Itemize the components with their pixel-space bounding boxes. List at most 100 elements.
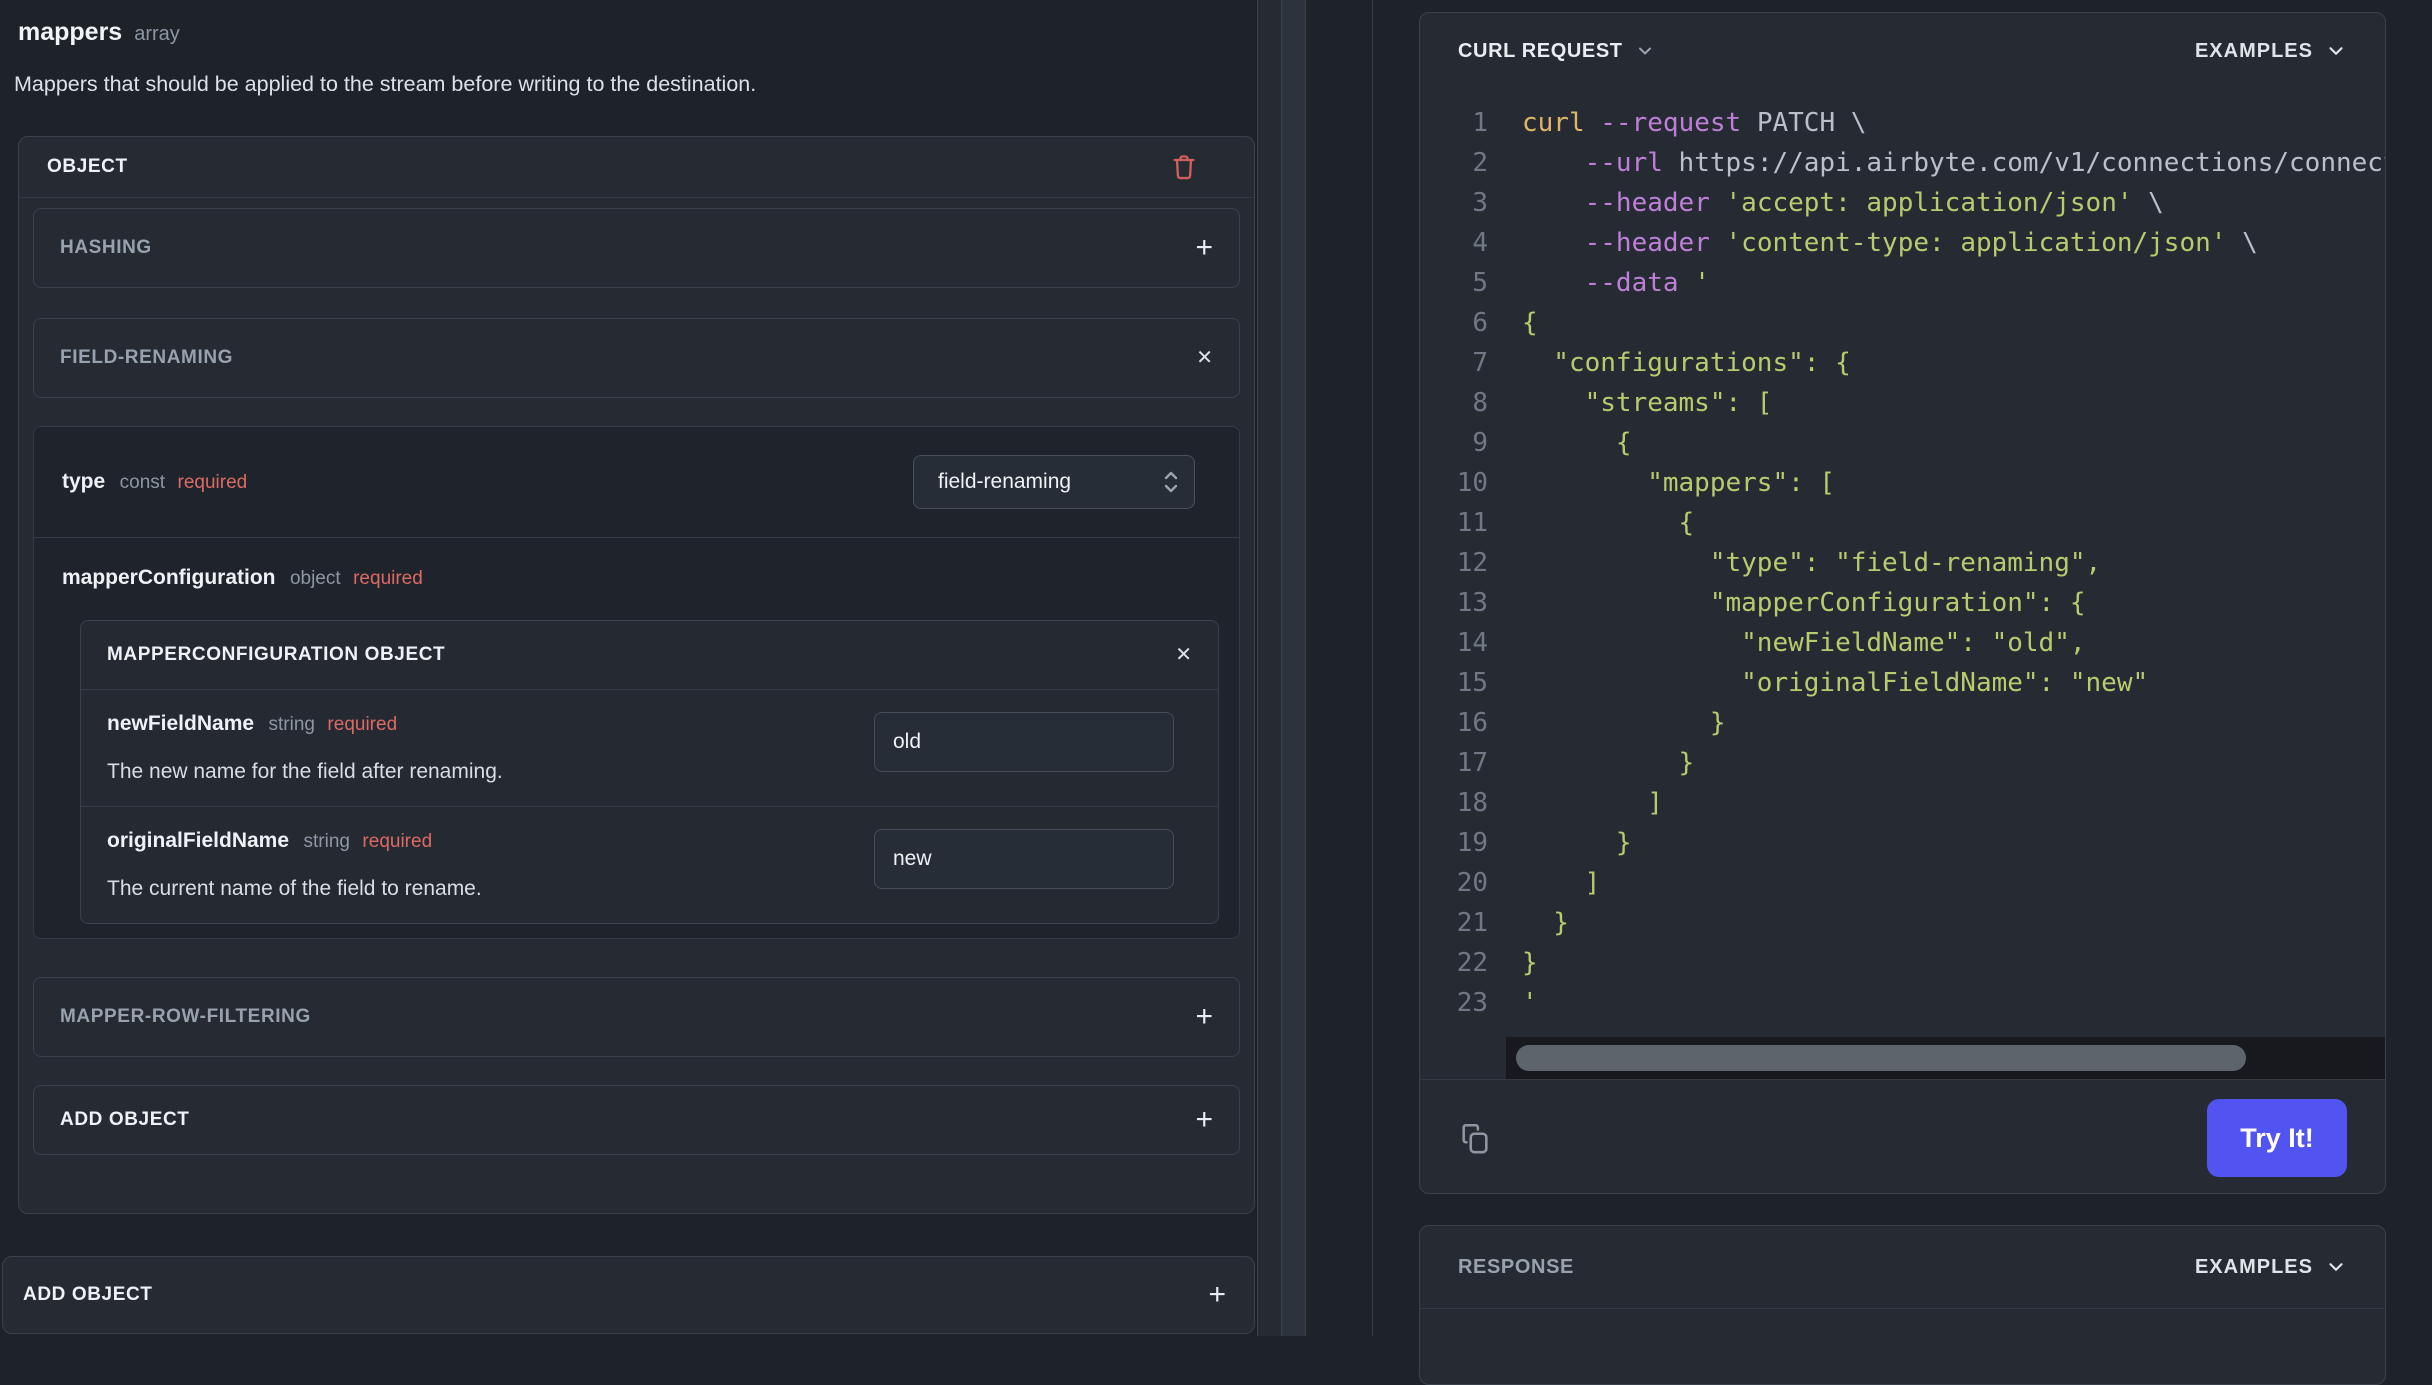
chevron-up-down-icon [1162, 469, 1180, 495]
plus-icon[interactable]: + [1208, 1280, 1226, 1310]
mapper-configuration-panel: MAPPERCONFIGURATION OBJECT ✕ newFieldNam… [80, 620, 1219, 924]
original-field-name-required: required [362, 831, 433, 852]
code-line: 23 ' [1456, 988, 1538, 1018]
object-panel-title: OBJECT [47, 156, 128, 177]
new-field-name-info: newFieldName string required The new nam… [107, 712, 503, 784]
plus-icon[interactable]: + [1195, 233, 1213, 263]
section-hashing-label: HASHING [60, 237, 152, 258]
type-field-label: type const required [62, 470, 247, 494]
response-header: RESPONSE EXAMPLES [1420, 1226, 2385, 1309]
type-field-name: type [62, 470, 106, 493]
mapper-configuration-label: mapperConfiguration object required [62, 566, 423, 589]
code-line: 14 "newFieldName": "old", [1456, 628, 2086, 658]
code-line: 12 "type": "field-renaming", [1456, 548, 2102, 578]
chevron-down-icon [1638, 47, 1651, 55]
original-field-name-input[interactable] [874, 829, 1174, 889]
code-line: 2 --url https://api.airbyte.com/v1/conne… [1472, 148, 2385, 178]
property-name: mappers [18, 18, 123, 46]
new-field-name-label: newFieldName string required [107, 712, 503, 736]
section-field-renaming-label: FIELD-RENAMING [60, 347, 234, 368]
chevron-down-icon [2329, 1263, 2343, 1271]
close-icon[interactable]: ✕ [1196, 348, 1213, 368]
code-line: 20 ] [1456, 868, 1601, 898]
section-mapper-row-filtering[interactable]: MAPPER-ROW-FILTERING + [33, 977, 1240, 1057]
section-field-renaming[interactable]: FIELD-RENAMING ✕ [33, 318, 1240, 398]
mapper-configuration-kind: object [289, 568, 341, 589]
type-field-kind: const [119, 472, 166, 493]
request-examples-dropdown[interactable]: EXAMPLES [2195, 40, 2347, 63]
type-select[interactable]: field-renaming [913, 455, 1195, 509]
code-line: 15 "originalFieldName": "new" [1456, 668, 2149, 698]
code-line: 21 } [1456, 908, 1569, 938]
code-line: 9 { [1472, 428, 1632, 458]
column-divider [1372, 0, 1373, 1336]
left-column-scrollbar[interactable] [1257, 0, 1306, 1336]
mapper-configuration-panel-header: MAPPERCONFIGURATION OBJECT ✕ [81, 621, 1218, 690]
code-line: 1 curl --request PATCH \ [1472, 108, 1867, 138]
close-icon[interactable]: ✕ [1175, 645, 1192, 665]
new-field-name-description: The new name for the field after renamin… [107, 760, 503, 783]
code-line: 3 --header 'accept: application/json' \ [1472, 188, 2164, 218]
curl-request-title-dropdown[interactable]: CURL REQUEST [1458, 40, 1655, 63]
mapper-configuration-row: mapperConfiguration object required MAPP… [34, 538, 1239, 938]
left-column-scrollbar-thumb[interactable] [1281, 0, 1305, 1336]
section-mapper-row-filtering-label: MAPPER-ROW-FILTERING [60, 1006, 311, 1027]
code-horizontal-scrollbar[interactable] [1506, 1037, 2385, 1079]
code-line: 8 "streams": [ [1472, 388, 1773, 418]
type-field-required: required [177, 472, 248, 493]
plus-icon[interactable]: + [1195, 1002, 1213, 1032]
code-line: 4 --header 'content-type: application/js… [1472, 228, 2258, 258]
new-field-name-row: newFieldName string required The new nam… [81, 690, 1218, 806]
plus-icon[interactable]: + [1195, 1105, 1213, 1135]
type-select-value: field-renaming [938, 470, 1072, 493]
code-line: 6{ [1472, 308, 1538, 338]
request-examples-label: EXAMPLES [2194, 39, 2313, 62]
try-it-button[interactable]: Try It! [2207, 1099, 2347, 1177]
field-renaming-body: type const required field-renaming mappe… [33, 426, 1240, 939]
object-panel-actions [1170, 152, 1226, 182]
original-field-name-row: originalFieldName string required The cu… [81, 807, 1218, 923]
add-object-inner-label: ADD OBJECT [60, 1109, 190, 1130]
property-title: mappers array [18, 18, 180, 47]
response-panel: RESPONSE EXAMPLES [1419, 1225, 2386, 1385]
code-line: 7 "configurations": { [1472, 348, 1851, 378]
original-field-name: originalFieldName [107, 829, 290, 852]
response-examples-label: EXAMPLES [2194, 1255, 2313, 1278]
code-line: 13 "mapperConfiguration": { [1456, 588, 2086, 618]
code-lines: 1 curl --request PATCH \ 2 --url https://a… [1420, 103, 2385, 1023]
curl-request-footer: Try It! [1420, 1079, 2385, 1193]
property-description: Mappers that should be applied to the st… [14, 72, 757, 96]
trash-icon[interactable] [1170, 152, 1198, 182]
curl-code-block: 1 curl --request PATCH \ 2 --url https://a… [1420, 89, 2385, 1037]
copy-icon[interactable] [1458, 1120, 1492, 1156]
curl-request-panel: CURL REQUEST EXAMPLES 1 curl --request PA… [1419, 12, 2386, 1194]
add-object-button-inner[interactable]: ADD OBJECT + [33, 1085, 1240, 1155]
code-line: 11 { [1456, 508, 1695, 538]
new-field-name: newFieldName [107, 712, 255, 735]
response-title: RESPONSE [1458, 1255, 1574, 1278]
new-field-name-kind: string [268, 714, 315, 735]
code-line: 22} [1456, 948, 1538, 978]
chevron-down-icon [2329, 47, 2343, 55]
code-line: 10 "mappers": [ [1456, 468, 1836, 498]
response-examples-dropdown[interactable]: EXAMPLES [2195, 1256, 2347, 1279]
original-field-name-label: originalFieldName string required [107, 829, 482, 853]
curl-request-header: CURL REQUEST EXAMPLES [1420, 13, 2385, 89]
code-line: 16 } [1456, 708, 1726, 738]
add-object-button-outer[interactable]: ADD OBJECT + [2, 1256, 1255, 1334]
original-field-name-description: The current name of the field to rename. [107, 877, 482, 900]
property-type-tag: array [134, 23, 180, 45]
code-line: 5 --data ' [1472, 268, 1710, 298]
add-object-outer-label: ADD OBJECT [23, 1284, 153, 1305]
code-line: 19 } [1456, 828, 1632, 858]
new-field-name-input[interactable] [874, 712, 1174, 772]
original-field-name-kind: string [303, 831, 350, 852]
curl-request-title: CURL REQUEST [1458, 39, 1623, 62]
original-field-name-info: originalFieldName string required The cu… [107, 829, 482, 901]
object-panel: OBJECT HASHING + FIELD-RENAMING ✕ type c… [18, 136, 1255, 1214]
section-hashing[interactable]: HASHING + [33, 208, 1240, 288]
mapper-configuration-panel-title: MAPPERCONFIGURATION OBJECT [107, 644, 446, 665]
code-line: 17 } [1456, 748, 1695, 778]
code-horizontal-scrollbar-thumb[interactable] [1516, 1045, 2246, 1071]
mapper-configuration-required: required [353, 568, 423, 589]
